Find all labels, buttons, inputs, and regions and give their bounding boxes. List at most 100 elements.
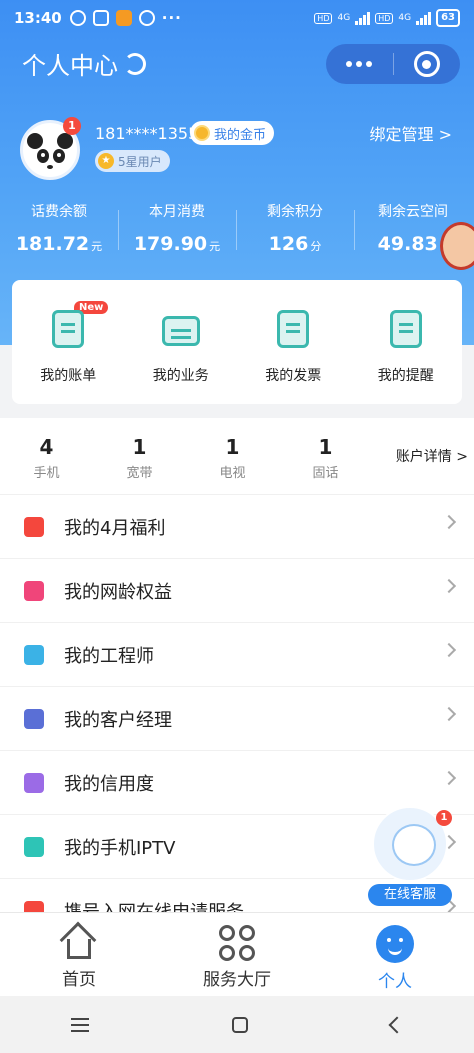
panda-icon: [27, 131, 73, 171]
tab-personal[interactable]: 个人: [316, 913, 474, 996]
quick-action-bill[interactable]: New 我的账单: [12, 280, 125, 404]
miniapp-capsule: [326, 44, 460, 84]
quick-action-label: 我的发票: [265, 368, 322, 384]
chevron-right-icon: [441, 578, 457, 594]
stat-monthly[interactable]: 本月消费 179.90 元: [118, 198, 236, 262]
level-badge: ★ 5星用户: [95, 150, 170, 172]
phone-number: 181****1355: [95, 124, 199, 143]
summary-count: 4: [39, 435, 54, 459]
summary-label: 固话: [312, 466, 339, 481]
menu-item-label: 我的手机IPTV: [64, 837, 176, 859]
tab-service-hall[interactable]: 服务大厅: [158, 913, 316, 996]
level-label: 5星用户: [118, 154, 162, 169]
summary-landline[interactable]: 1 固话: [279, 418, 372, 494]
app-notify-icon: [92, 10, 109, 26]
close-miniapp-button[interactable]: [394, 51, 461, 77]
tv-icon: [24, 836, 44, 857]
summary-count: 1: [318, 435, 333, 459]
avatar[interactable]: 1: [20, 117, 81, 180]
summary-broadband[interactable]: 1 宽带: [93, 418, 186, 494]
diamond-icon: [24, 772, 44, 793]
page-title-bar: 个人中心: [22, 46, 146, 81]
invoice-icon: [277, 310, 310, 348]
stat-value: 49.83: [377, 233, 438, 255]
coins-label: 我的金币: [214, 127, 267, 143]
home-square-icon[interactable]: [231, 1016, 248, 1033]
quick-action-invoice[interactable]: 我的发票: [237, 280, 350, 404]
bind-management-link[interactable]: 绑定管理 >: [370, 121, 453, 145]
quick-actions-card: New 我的账单 我的业务 我的发票 我的提醒: [12, 280, 462, 404]
person-icon: [376, 925, 414, 963]
status-bar: 13:40 ··· HD 4G HD 4G 63: [0, 0, 474, 36]
stat-unit: 分: [310, 240, 322, 253]
stat-value: 126: [268, 233, 309, 255]
signal-icon-2: [416, 11, 432, 25]
stat-label: 剩余云空间: [378, 204, 448, 220]
account-summary: 4 手机 1 宽带 1 电视 1 固话 账户详情 >: [0, 418, 474, 494]
quick-action-business[interactable]: 我的业务: [125, 280, 238, 404]
service-badge: 1: [436, 810, 452, 826]
app-notify-icon-2: [115, 10, 132, 26]
back-icon[interactable]: [388, 1016, 406, 1033]
stat-unit: 元: [91, 240, 103, 253]
briefcase-icon: [161, 316, 200, 346]
menu-item-engineer[interactable]: 我的工程师: [0, 622, 474, 686]
stat-label: 话费余额: [31, 204, 87, 220]
loading-icon: [124, 52, 146, 75]
bill-icon: [52, 310, 85, 348]
tab-label: 个人: [378, 972, 412, 992]
chevron-right-icon: [441, 770, 457, 786]
stat-label: 本月消费: [149, 204, 205, 220]
menu-item-label: 我的4月福利: [64, 517, 166, 539]
coin-icon: [194, 125, 210, 141]
page-title: 个人中心: [22, 52, 118, 80]
hd-icon: HD: [314, 12, 333, 24]
stat-points[interactable]: 剩余积分 126 分: [236, 198, 354, 262]
avatar-badge: 1: [63, 117, 81, 135]
more-button[interactable]: [326, 61, 393, 67]
menu-item-tenure-rights[interactable]: 我的网龄权益: [0, 558, 474, 622]
menu-item-credit[interactable]: 我的信用度: [0, 750, 474, 814]
account-stats: 话费余额 181.72 元 本月消费 179.90 元 剩余积分 126 分 剩余云空…: [0, 198, 474, 262]
system-navigation-bar: [0, 996, 474, 1053]
tab-label: 首页: [62, 970, 96, 990]
home-icon: [59, 921, 97, 961]
menu-item-label: 我的信用度: [64, 773, 154, 795]
rights-icon: [24, 580, 44, 601]
chevron-right-icon: [441, 514, 457, 530]
service-label: 在线客服: [368, 884, 452, 906]
summary-label: 宽带: [126, 466, 153, 481]
menu-item-account-manager[interactable]: 我的客户经理: [0, 686, 474, 750]
quick-action-label: 我的账单: [40, 368, 97, 384]
stat-value: 181.72: [15, 233, 90, 255]
recent-apps-icon[interactable]: [71, 1017, 90, 1032]
menu-item-label: 我的网龄权益: [64, 581, 172, 603]
menu-item-welfare[interactable]: 我的4月福利: [0, 494, 474, 558]
menu-item-label: 我的客户经理: [64, 709, 172, 731]
chevron-right-icon: [441, 642, 457, 658]
gift-icon: [24, 516, 44, 537]
online-service-button[interactable]: 1 在线客服: [368, 806, 452, 908]
more-notifications-icon: ···: [161, 9, 182, 27]
summary-label: 电视: [219, 466, 246, 481]
chevron-right-icon: [441, 706, 457, 722]
tab-home[interactable]: 首页: [0, 913, 158, 996]
reminder-icon: [389, 310, 422, 348]
summary-count: 1: [225, 435, 240, 459]
quick-action-reminder[interactable]: 我的提醒: [350, 280, 463, 404]
summary-tv[interactable]: 1 电视: [186, 418, 279, 494]
floating-mascot-icon[interactable]: [440, 222, 474, 270]
coins-button[interactable]: 我的金币: [190, 121, 275, 145]
status-time: 13:40: [14, 9, 62, 27]
stat-label: 剩余积分: [267, 204, 323, 220]
star-icon: ★: [98, 153, 114, 169]
network-label: 4G: [337, 13, 351, 23]
summary-mobile[interactable]: 4 手机: [0, 418, 93, 494]
stat-balance[interactable]: 话费余额 181.72 元: [0, 198, 118, 262]
tab-label: 服务大厅: [203, 970, 271, 990]
bottom-tab-bar: 首页 服务大厅 个人: [0, 912, 474, 996]
network-label-2: 4G: [398, 13, 412, 23]
summary-label: 手机: [33, 466, 60, 481]
account-details-link[interactable]: 账户详情 >: [396, 446, 468, 466]
app-notify-icon-3: [138, 10, 155, 26]
